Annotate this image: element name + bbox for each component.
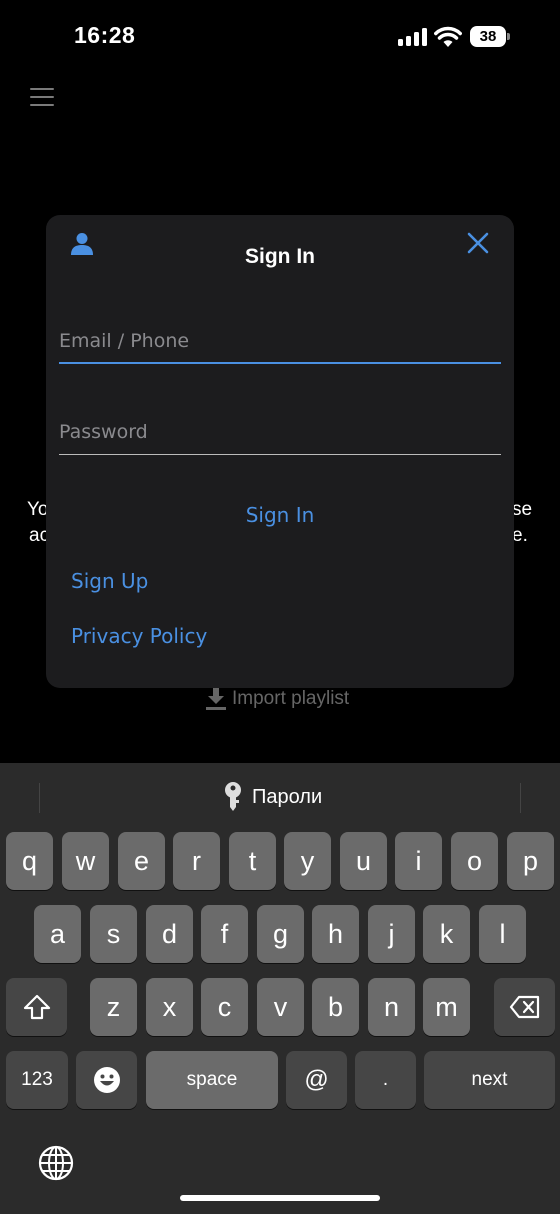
space-key[interactable]: space	[146, 1051, 278, 1109]
sign-in-dialog: Sign In Sign In Sign Up Privacy Policy	[46, 215, 514, 688]
dot-key[interactable]: .	[355, 1051, 416, 1109]
suggestion-divider	[39, 783, 40, 813]
download-icon	[206, 688, 226, 710]
key-j[interactable]: j	[368, 905, 415, 963]
key-icon	[225, 782, 241, 811]
key-t[interactable]: t	[229, 832, 276, 890]
battery-indicator: 38	[470, 26, 506, 47]
privacy-policy-link[interactable]: Privacy Policy	[71, 624, 207, 648]
battery-cap	[507, 33, 510, 40]
key-o[interactable]: o	[451, 832, 498, 890]
key-l[interactable]: l	[479, 905, 526, 963]
background-text-fragment: e.	[512, 525, 528, 546]
home-indicator[interactable]	[180, 1195, 380, 1201]
numbers-key[interactable]: 123	[6, 1051, 68, 1109]
email-underline-focused	[59, 362, 501, 364]
import-playlist-label: Import playlist	[232, 688, 350, 709]
key-e[interactable]: e	[118, 832, 165, 890]
hamburger-menu-icon[interactable]	[30, 88, 54, 106]
key-r[interactable]: r	[173, 832, 220, 890]
emoji-icon	[93, 1067, 120, 1093]
key-z[interactable]: z	[90, 978, 137, 1036]
key-v[interactable]: v	[257, 978, 304, 1036]
cellular-signal-icon	[398, 28, 428, 46]
shift-icon	[23, 994, 50, 1020]
import-playlist-button[interactable]: Import playlist	[206, 686, 349, 712]
dialog-title: Sign In	[245, 245, 315, 268]
keyboard: Пароли q w e r t y u i o p a s d f g h j…	[0, 763, 560, 1214]
passwords-suggestion[interactable]: Пароли	[224, 781, 322, 813]
key-y[interactable]: y	[284, 832, 331, 890]
key-g[interactable]: g	[257, 905, 304, 963]
next-key[interactable]: next	[424, 1051, 555, 1109]
key-b[interactable]: b	[312, 978, 359, 1036]
key-i[interactable]: i	[395, 832, 442, 890]
backspace-icon	[509, 995, 539, 1019]
key-w[interactable]: w	[62, 832, 109, 890]
key-c[interactable]: c	[201, 978, 248, 1036]
close-icon[interactable]	[466, 231, 490, 255]
key-h[interactable]: h	[312, 905, 359, 963]
background-text-fragment: se	[512, 499, 533, 520]
key-s[interactable]: s	[90, 905, 137, 963]
key-n[interactable]: n	[368, 978, 415, 1036]
key-u[interactable]: u	[340, 832, 387, 890]
sign-up-link[interactable]: Sign Up	[71, 569, 148, 593]
suggestion-divider	[520, 783, 521, 813]
wifi-icon	[434, 26, 462, 47]
status-bar: 16:28 38	[0, 0, 560, 76]
sign-in-button[interactable]: Sign In	[46, 503, 514, 527]
key-q[interactable]: q	[6, 832, 53, 890]
emoji-key[interactable]	[76, 1051, 137, 1109]
shift-key[interactable]	[6, 978, 67, 1036]
passwords-suggestion-label: Пароли	[252, 785, 323, 808]
key-m[interactable]: m	[423, 978, 470, 1036]
password-input[interactable]	[59, 416, 501, 448]
password-underline	[59, 454, 501, 455]
email-phone-input[interactable]	[59, 325, 501, 357]
status-time: 16:28	[74, 22, 136, 48]
key-d[interactable]: d	[146, 905, 193, 963]
key-p[interactable]: p	[507, 832, 554, 890]
key-f[interactable]: f	[201, 905, 248, 963]
key-a[interactable]: a	[34, 905, 81, 963]
backspace-key[interactable]	[494, 978, 555, 1036]
key-x[interactable]: x	[146, 978, 193, 1036]
globe-icon[interactable]	[38, 1145, 74, 1181]
key-k[interactable]: k	[423, 905, 470, 963]
at-key[interactable]: @	[286, 1051, 347, 1109]
